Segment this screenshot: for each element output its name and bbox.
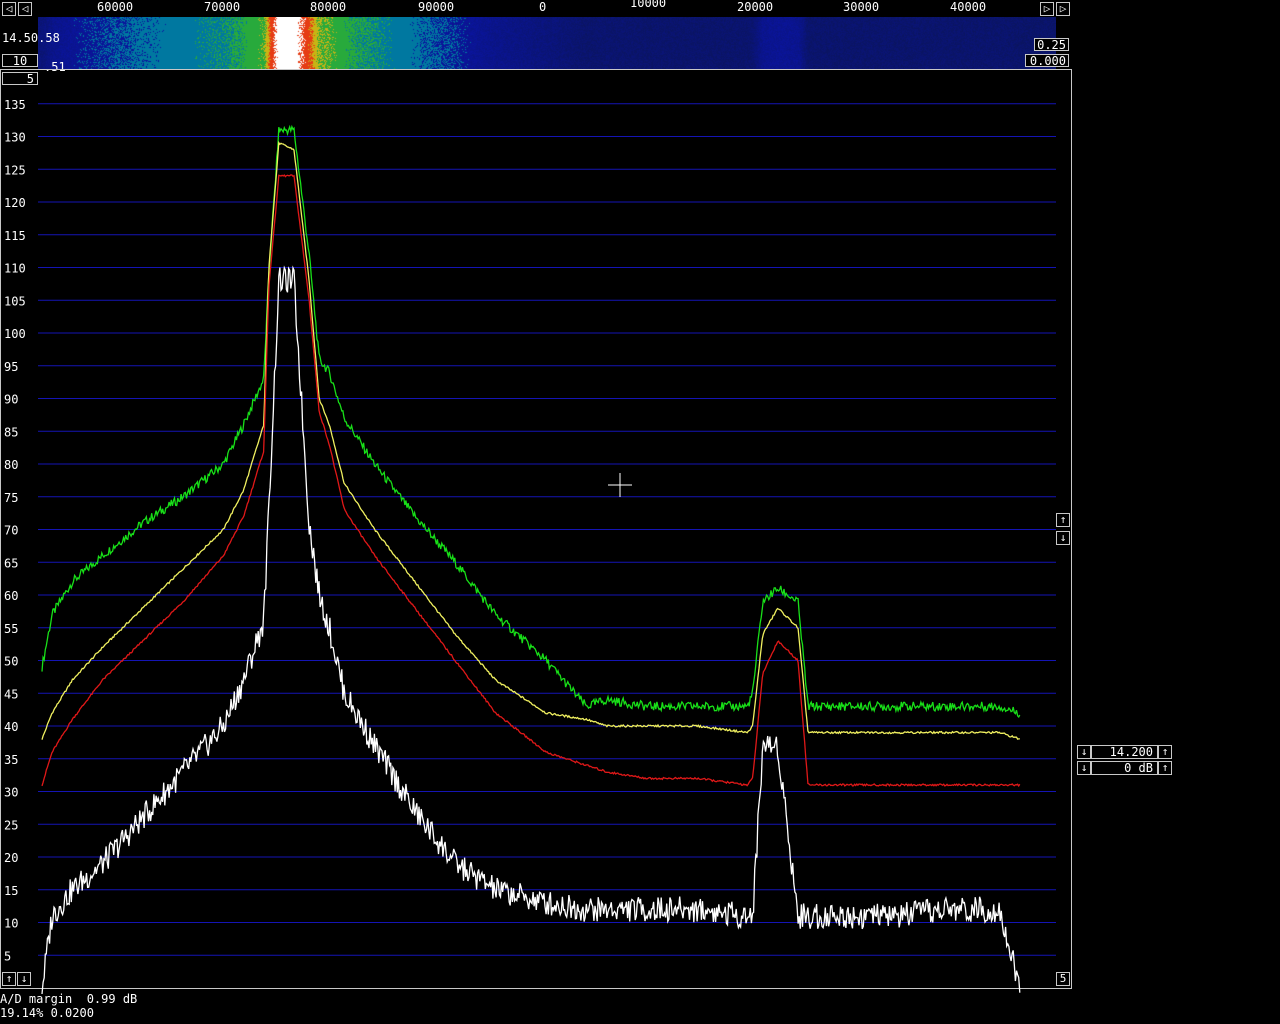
y-tick-label: 65 <box>4 556 18 570</box>
spectrum-chart[interactable]: 5 10 15 20 25 30 35 40 45 50 55 60 65 70 75 80 85 90 95 100… <box>0 0 1280 1024</box>
y-tick-label: 45 <box>4 687 18 701</box>
bottom-scale-down-button[interactable]: ↓ <box>17 972 31 986</box>
spectrum-series-0 <box>41 124 1021 718</box>
y-tick-label: 40 <box>4 720 18 734</box>
y-tick-label: 55 <box>4 622 18 636</box>
scale-up-button[interactable]: ↑ <box>1056 513 1070 527</box>
y-tick-label: 90 <box>4 393 18 407</box>
cpu-load-status: 19.14% 0.0200 <box>0 1006 94 1020</box>
y-tick-label: 30 <box>4 786 18 800</box>
y-tick-label: 60 <box>4 589 18 603</box>
y-tick-label: 135 <box>4 98 26 112</box>
bottom-scale-up-button[interactable]: ↑ <box>2 972 16 986</box>
spectrum-series-1 <box>41 140 1020 740</box>
y-tick-label: 20 <box>4 851 18 865</box>
freq-up-button[interactable]: ↑ <box>1158 745 1172 759</box>
y-tick-label: 35 <box>4 753 18 767</box>
y-tick-label: 5 <box>4 949 11 963</box>
y-tick-label: 75 <box>4 491 18 505</box>
gain-up-button[interactable]: ↑ <box>1158 761 1172 775</box>
ad-margin-status: A/D margin 0.99 dB <box>0 992 138 1006</box>
freq-down-button[interactable]: ↓ <box>1077 745 1091 759</box>
y-tick-label: 85 <box>4 425 18 439</box>
gain-db-field[interactable]: 0 dB <box>1091 761 1158 775</box>
spectrum-series-2 <box>41 174 1021 788</box>
y-tick-label: 25 <box>4 818 18 832</box>
crosshair-cursor-icon <box>608 473 632 497</box>
y-tick-label: 70 <box>4 524 18 538</box>
averaging-field[interactable]: 5 <box>1056 972 1070 986</box>
y-tick-label: 120 <box>4 196 26 210</box>
scale-down-button[interactable]: ↓ <box>1056 531 1070 545</box>
y-tick-label: 115 <box>4 229 26 243</box>
y-tick-label: 95 <box>4 360 18 374</box>
y-tick-label: 80 <box>4 458 18 472</box>
y-tick-label: 15 <box>4 884 18 898</box>
gain-down-button[interactable]: ↓ <box>1077 761 1091 775</box>
y-tick-label: 130 <box>4 131 26 145</box>
y-tick-label: 10 <box>4 917 18 931</box>
y-tick-label: 125 <box>4 163 26 177</box>
spectrum-series-3 <box>41 265 1021 995</box>
y-tick-label: 105 <box>4 294 26 308</box>
frequency-field[interactable]: 14.200 <box>1091 745 1158 759</box>
y-tick-label: 50 <box>4 655 18 669</box>
y-tick-label: 100 <box>4 327 26 341</box>
y-tick-label: 110 <box>4 262 26 276</box>
